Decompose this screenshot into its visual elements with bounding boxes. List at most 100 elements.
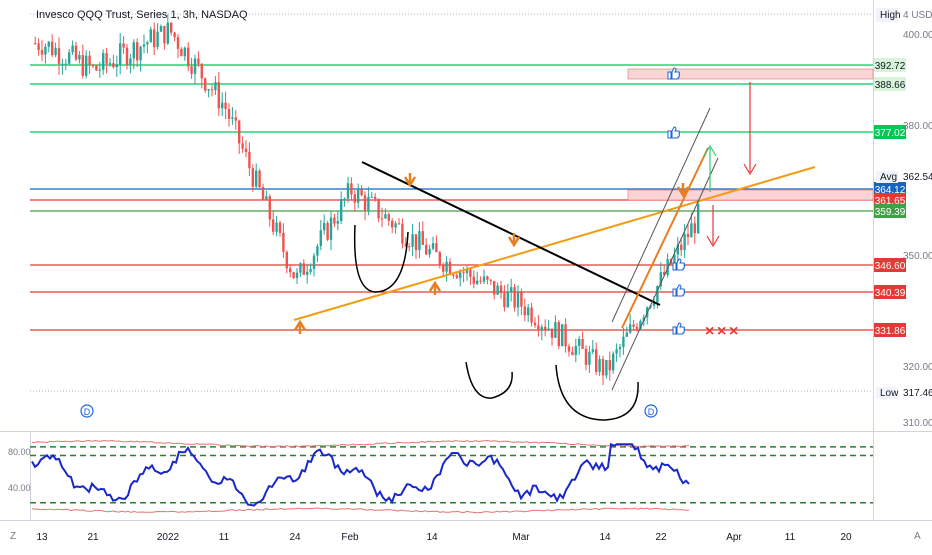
candle-body [57,48,61,64]
candle-body [146,42,149,45]
candle-body [98,69,101,71]
candle-body [472,276,475,284]
candle-body [363,195,367,211]
candle-body [275,222,278,232]
chart-canvas[interactable]: 392.72388.66377.02364.12361.65359.39346.… [0,0,932,550]
candle-body [329,217,333,240]
candle-body [377,198,380,219]
candle-body [319,230,322,247]
candle-body [686,233,690,238]
candle-body [418,231,421,251]
rsi-tick-label: 80.00 [8,447,31,457]
dividend-marker-right[interactable]: D [644,404,658,418]
candle-body [561,324,564,347]
low-label: Low [880,388,899,399]
time-tick-label: Apr [726,532,742,543]
candle-body [595,349,598,372]
candle-body [622,336,625,348]
candle-body [588,351,591,365]
auto-scale-button[interactable]: A [914,531,921,542]
candle-body [47,41,50,47]
candle-body [394,223,397,228]
candle-body [115,64,118,68]
candle-body [187,47,190,67]
candle-body [367,197,370,211]
time-tick-label: 21 [87,532,99,543]
candle-body [136,42,139,61]
candle-body [88,55,91,66]
candle-body [455,275,458,278]
candle-body [163,26,166,44]
candle-body [503,293,506,308]
chart-window: 392.72 388.66 377.02 364.12 361.65 359.39 346.… [0,0,932,550]
candle-body [210,89,214,91]
candle-body [462,272,465,274]
candle-body [102,53,105,70]
price-level-value: 331.86 [875,326,906,337]
candle-body [258,170,261,188]
candle-body [309,268,312,272]
candle-body [489,279,492,281]
candle-body [153,29,156,48]
candle-body [333,217,336,224]
candle-body [159,26,163,32]
candle-body [578,339,581,346]
resistance-zone-top[interactable] [627,68,874,80]
svg-text:D: D [648,407,655,417]
candle-body [431,243,435,249]
price-level-value: 359.39 [875,207,906,218]
candle-body [360,189,363,196]
candle-body [479,280,482,282]
candle-body [85,55,88,76]
candle-body [482,276,486,282]
candle-body [523,306,526,316]
candle-body [442,265,445,272]
candle-body [448,261,452,275]
candle-body [499,285,503,294]
candle-body [591,349,594,352]
candle-body [554,322,557,338]
candle-body [357,189,360,203]
candle-body [241,143,244,149]
dividend-marker-left[interactable]: D [80,404,94,418]
stop-crosses: × × × [705,323,738,340]
candle-body [346,183,350,199]
candle-body [176,37,180,49]
candle-body [632,324,635,327]
candle-body [530,307,533,323]
candle-body [74,45,78,60]
candle-body [68,52,71,64]
timezone-button[interactable]: Z [10,531,16,542]
candle-body [278,222,282,233]
time-tick-label: 11 [785,532,796,543]
candle-body [37,43,40,51]
candle-body [421,231,424,245]
candle-body [605,360,608,376]
candle-body [629,324,632,333]
candle-body [261,187,265,200]
candle-body [149,29,152,43]
candle-body [598,359,601,372]
candle-body [476,280,479,284]
candle-body [384,214,387,219]
candle-body [255,170,258,187]
candle-body [81,55,84,76]
candle-body [693,223,696,234]
candle-body [119,43,122,65]
candle-body [217,82,220,109]
candle-body [139,46,142,61]
candle-body [527,307,530,316]
time-tick-label: 14 [426,532,438,543]
high-value: 4 USD [903,10,932,21]
avg-value: 362.54 [903,172,932,183]
candle-body [370,196,373,198]
candle-body [635,326,639,330]
candle-body [207,89,210,91]
candle-body [302,263,305,275]
price-level-value: 388.66 [875,80,906,91]
candle-body [224,102,227,109]
resistance-zone-mid[interactable] [627,189,874,201]
candle-body [374,196,377,199]
rsi-tick-label: 40.00 [8,483,31,493]
candle-body [557,322,560,347]
